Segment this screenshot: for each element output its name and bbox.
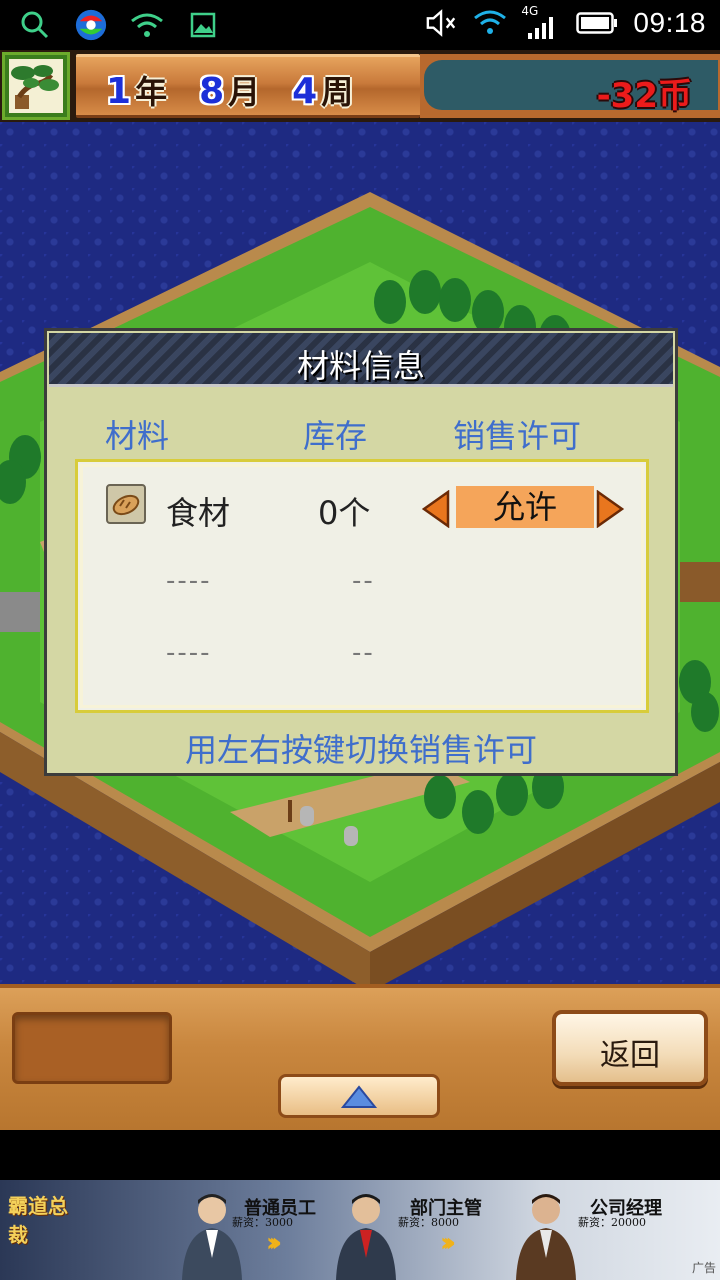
ad-role-pay: 薪资：8000 xyxy=(398,1216,459,1229)
material-info-dialog: 材料信息 材料 库存 销售许可 食材 0个 允许 ---- -- ---- --… xyxy=(44,328,678,776)
food-bread-icon xyxy=(106,484,146,524)
dialog-title: 材料信息 xyxy=(296,347,425,385)
month-number: 8 xyxy=(199,71,225,112)
up-arrow-button[interactable] xyxy=(278,1074,440,1118)
sale-permit-value[interactable]: 允许 xyxy=(456,486,594,528)
year-unit: 年 xyxy=(135,73,168,111)
column-header-material: 材料 xyxy=(105,417,170,455)
money-value: -32币 xyxy=(596,76,692,116)
chevron-right-icon: ››› xyxy=(266,1228,282,1258)
signal-icon: 4G xyxy=(521,4,561,42)
month-unit: 月 xyxy=(228,73,261,111)
table-row[interactable]: ---- -- xyxy=(78,618,646,678)
wifi-icon xyxy=(130,6,164,44)
material-name: ---- xyxy=(166,566,212,596)
info-slot xyxy=(12,1012,172,1084)
back-button[interactable]: 返回 xyxy=(552,1010,708,1086)
permit-left-arrow-icon[interactable] xyxy=(421,489,450,529)
ad-logo: 霸道总裁 xyxy=(8,1194,68,1247)
ad-role-pay: 薪资：20000 xyxy=(578,1216,646,1229)
network-label: 4G xyxy=(521,4,539,18)
date-display: 1 年 8 月 4 周 xyxy=(76,54,420,118)
app-icon xyxy=(74,6,108,44)
column-header-stock: 库存 xyxy=(303,417,368,455)
ad-role-pay: 薪资：3000 xyxy=(232,1216,293,1229)
week-number: 4 xyxy=(292,71,318,112)
gallery-icon xyxy=(186,6,220,44)
ad-person-image xyxy=(336,1194,396,1280)
stock-value: -- xyxy=(352,566,375,596)
column-header-sale-permit: 销售许可 xyxy=(453,417,582,455)
mute-icon xyxy=(425,4,459,42)
battery-icon xyxy=(575,4,619,42)
week-unit: 周 xyxy=(321,73,354,111)
spacer xyxy=(0,1130,720,1180)
ad-banner[interactable]: 霸道总裁 普通员工 薪资：3000 ››› 部门主管 薪资：8000 ››› 公… xyxy=(0,1180,720,1280)
material-name: 食材 xyxy=(166,494,231,532)
stock-value: 0个 xyxy=(318,494,371,532)
material-name: ---- xyxy=(166,638,212,668)
game-header: 1 年 8 月 4 周 -32币 xyxy=(0,50,720,122)
status-bar: 4G 09:18 xyxy=(0,0,720,50)
year-number: 1 xyxy=(106,71,132,112)
bonsai-tree-icon[interactable] xyxy=(2,52,70,120)
material-table: 食材 0个 允许 ---- -- ---- -- xyxy=(75,459,649,713)
hint-text: 用左右按键切换销售许可 xyxy=(184,731,537,769)
wifi-icon xyxy=(473,4,507,42)
table-row[interactable]: 食材 0个 允许 xyxy=(78,462,646,532)
table-row[interactable]: ---- -- xyxy=(78,546,646,606)
clock: 09:18 xyxy=(633,7,706,38)
ad-person-image xyxy=(182,1194,242,1280)
ad-person-image xyxy=(516,1194,576,1280)
dialog-title-bar: 材料信息 xyxy=(49,333,673,387)
money-display: -32币 xyxy=(420,54,720,118)
search-icon xyxy=(18,6,52,44)
up-arrow-icon xyxy=(340,1085,378,1108)
ad-tag: 广告 xyxy=(691,1261,716,1275)
chevron-right-icon: ››› xyxy=(440,1228,456,1258)
stock-value: -- xyxy=(352,638,375,668)
bottom-toolbar: 返回 xyxy=(0,984,720,1130)
permit-right-arrow-icon[interactable] xyxy=(596,489,625,529)
back-button-label: 返回 xyxy=(600,1038,660,1073)
